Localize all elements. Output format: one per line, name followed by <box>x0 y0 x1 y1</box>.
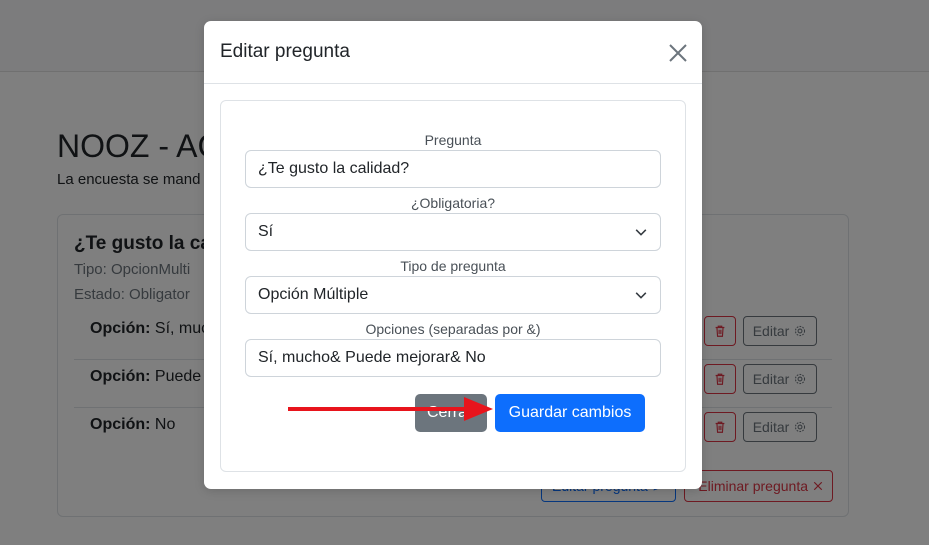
close-icon <box>669 44 687 62</box>
opciones-label: Opciones (separadas por &) <box>365 321 541 337</box>
obligatoria-select[interactable]: Sí <box>245 213 661 251</box>
modal-header: Editar pregunta <box>204 21 702 84</box>
save-changes-button[interactable]: Guardar cambios <box>495 394 645 432</box>
modal-title: Editar pregunta <box>220 41 350 62</box>
chevron-down-icon <box>635 229 647 236</box>
obligatoria-selected: Sí <box>258 223 274 240</box>
chevron-down-icon <box>635 292 647 299</box>
tipo-label: Tipo de pregunta <box>400 258 506 274</box>
modal-close-button[interactable] <box>665 40 691 66</box>
opciones-input[interactable]: Sí, mucho& Puede mejorar& No <box>245 339 661 377</box>
obligatoria-label: ¿Obligatoria? <box>410 195 496 211</box>
annotation-arrow <box>288 397 493 421</box>
pregunta-label: Pregunta <box>424 132 482 148</box>
tipo-selected: Opción Múltiple <box>258 286 369 303</box>
tipo-select[interactable]: Opción Múltiple <box>245 276 661 314</box>
pregunta-input[interactable]: ¿Te gusto la calidad? <box>245 150 661 188</box>
